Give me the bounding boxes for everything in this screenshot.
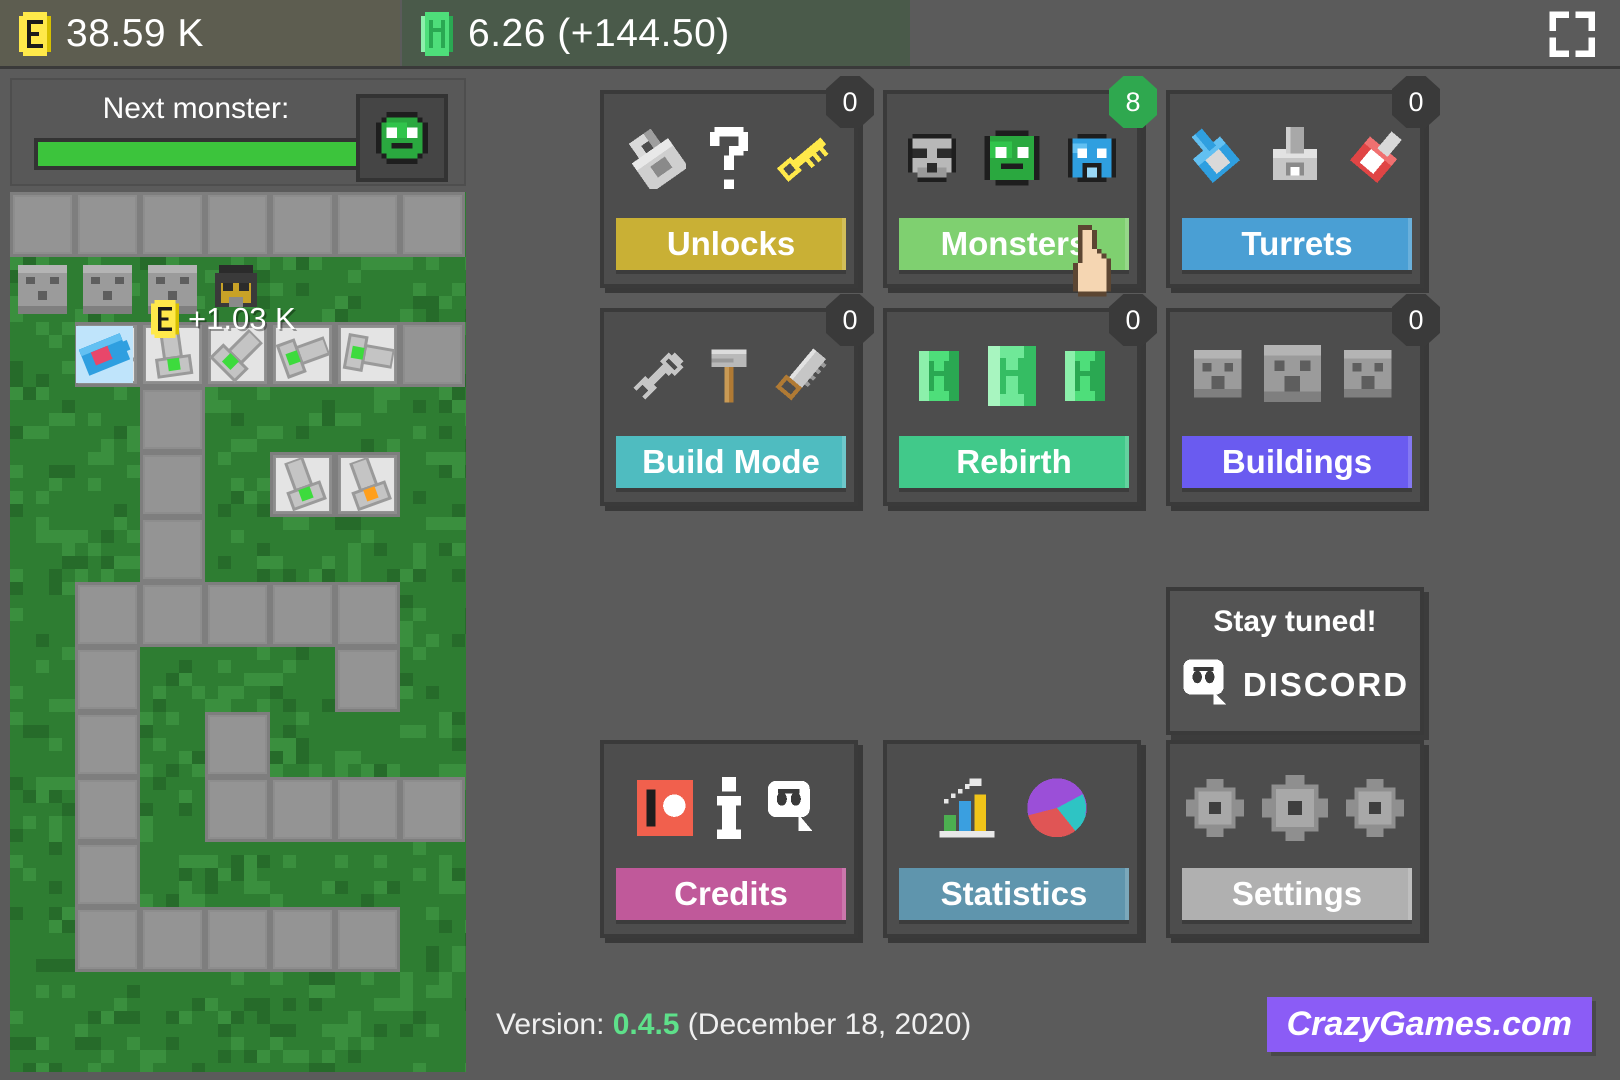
- coin-icon: [18, 12, 52, 56]
- discord-icon: [1181, 657, 1231, 712]
- menu-card-buildings[interactable]: 0 Buildings: [1166, 294, 1440, 506]
- version-label: Version: 0.4.5 (December 18, 2020): [496, 1008, 971, 1042]
- menu-card-monsters[interactable]: 8 Monsters: [883, 76, 1157, 288]
- badge-turrets: 0: [1392, 76, 1440, 128]
- green-slime-icon: [979, 125, 1045, 191]
- menu-card-credits[interactable]: Credits: [600, 740, 858, 938]
- badge-buildings: 0: [1392, 294, 1440, 346]
- badge-rebirth: 0: [1109, 294, 1157, 346]
- building-block-icon: [1264, 345, 1326, 407]
- version-prefix: Version:: [496, 1008, 613, 1041]
- version-date: (December 18, 2020): [679, 1008, 972, 1041]
- next-monster-progress-bar: [34, 138, 372, 170]
- card-icons-build-mode: [604, 326, 854, 426]
- settings-button[interactable]: Settings: [1182, 868, 1412, 920]
- resource-topbar: 38.59 K 6.26 (+144.50): [0, 0, 1620, 69]
- lock-icon: [624, 127, 686, 189]
- discord-icon: [765, 778, 821, 839]
- gems-value: 6.26 (+144.50): [468, 12, 730, 55]
- coins-resource-chip: 38.59 K: [0, 0, 400, 68]
- gray-turret-icon: [1264, 127, 1326, 189]
- game-board-panel: Next monster: +1.03 K: [0, 70, 474, 1080]
- coins-value: 38.59 K: [66, 12, 204, 55]
- next-monster-panel: Next monster:: [10, 78, 466, 186]
- saw-icon: [772, 347, 830, 405]
- menu-card-unlocks[interactable]: 0 Unlocks: [600, 76, 874, 288]
- fullscreen-icon[interactable]: [1546, 8, 1598, 60]
- crazygames-logo[interactable]: CrazyGames.com: [1266, 997, 1592, 1052]
- blue-slime-icon: [1063, 129, 1121, 187]
- badge-build-mode: 0: [826, 294, 874, 346]
- gear-icon: [1186, 779, 1244, 837]
- topbar-divider: [0, 66, 1620, 69]
- menu-card-statistics[interactable]: Statistics: [883, 740, 1141, 938]
- tower-defense-map[interactable]: +1.03 K: [10, 192, 466, 1072]
- menu-card-turrets[interactable]: 0 Turrets: [1166, 76, 1440, 288]
- card-icons-turrets: [1170, 108, 1420, 208]
- main-menu-panel: 0 Unlocks 8 Monsters 0 Turrets 0 Build M…: [478, 70, 1620, 1080]
- gems-resource-chip: 6.26 (+144.50): [402, 0, 910, 68]
- red-turret-icon: [1344, 127, 1406, 189]
- patreon-icon: [637, 780, 693, 836]
- rebirth-button[interactable]: Rebirth: [899, 436, 1129, 488]
- statistics-button[interactable]: Statistics: [899, 868, 1129, 920]
- gear-icon: [1262, 775, 1328, 841]
- pie-chart-icon: [1025, 776, 1089, 840]
- gear-icon: [1346, 779, 1404, 837]
- card-icons-monsters: [887, 108, 1137, 208]
- building-block-icon: [1194, 350, 1246, 402]
- buildings-button[interactable]: Buildings: [1182, 436, 1412, 488]
- building-block-icon: [1344, 350, 1396, 402]
- card-icons-statistics: [887, 758, 1137, 858]
- monsters-button[interactable]: Monsters: [899, 218, 1129, 270]
- green-gem-icon: [914, 345, 964, 407]
- version-number: 0.4.5: [612, 1008, 680, 1041]
- skull-monster-icon: [903, 129, 961, 187]
- card-icons-unlocks: [604, 108, 854, 208]
- discord-wordmark: DISCORD: [1242, 665, 1410, 703]
- discord-logo-row: DISCORD: [1170, 657, 1420, 712]
- green-slime-icon: [371, 107, 433, 169]
- key-icon: [772, 127, 834, 189]
- menu-card-rebirth[interactable]: 0 Rebirth: [883, 294, 1157, 506]
- card-icons-credits: [604, 758, 854, 858]
- turrets-button[interactable]: Turrets: [1182, 218, 1412, 270]
- blue-turret-icon: [1184, 127, 1246, 189]
- green-gem-icon: [1060, 345, 1110, 407]
- badge-unlocks: 0: [826, 76, 874, 128]
- next-monster-progress-fill: [38, 142, 359, 166]
- badge-monsters: 8: [1109, 76, 1157, 128]
- discord-promo-card[interactable]: Stay tuned! DISCORD: [1166, 587, 1424, 735]
- hammer-icon: [704, 345, 754, 407]
- next-monster-preview: [356, 94, 448, 182]
- discord-promo-title: Stay tuned!: [1213, 605, 1377, 638]
- unlocks-button[interactable]: Unlocks: [616, 218, 846, 270]
- next-monster-label: Next monster:: [102, 92, 290, 125]
- info-icon: [711, 777, 747, 839]
- card-icons-settings: [1170, 758, 1420, 858]
- green-gem-icon: [982, 339, 1042, 413]
- menu-card-build-mode[interactable]: 0 Build Mode: [600, 294, 874, 506]
- build-mode-button[interactable]: Build Mode: [616, 436, 846, 488]
- menu-card-settings[interactable]: Settings: [1166, 740, 1424, 938]
- card-icons-rebirth: [887, 326, 1137, 426]
- game-root: 38.59 K 6.26 (+144.50) Next monster: +1.…: [0, 0, 1620, 1080]
- credits-button[interactable]: Credits: [616, 868, 846, 920]
- gem-icon: [420, 12, 454, 56]
- wrench-icon: [628, 347, 686, 405]
- bar-chart-icon: [935, 776, 999, 840]
- question-mark-icon: [704, 127, 754, 189]
- card-icons-buildings: [1170, 326, 1420, 426]
